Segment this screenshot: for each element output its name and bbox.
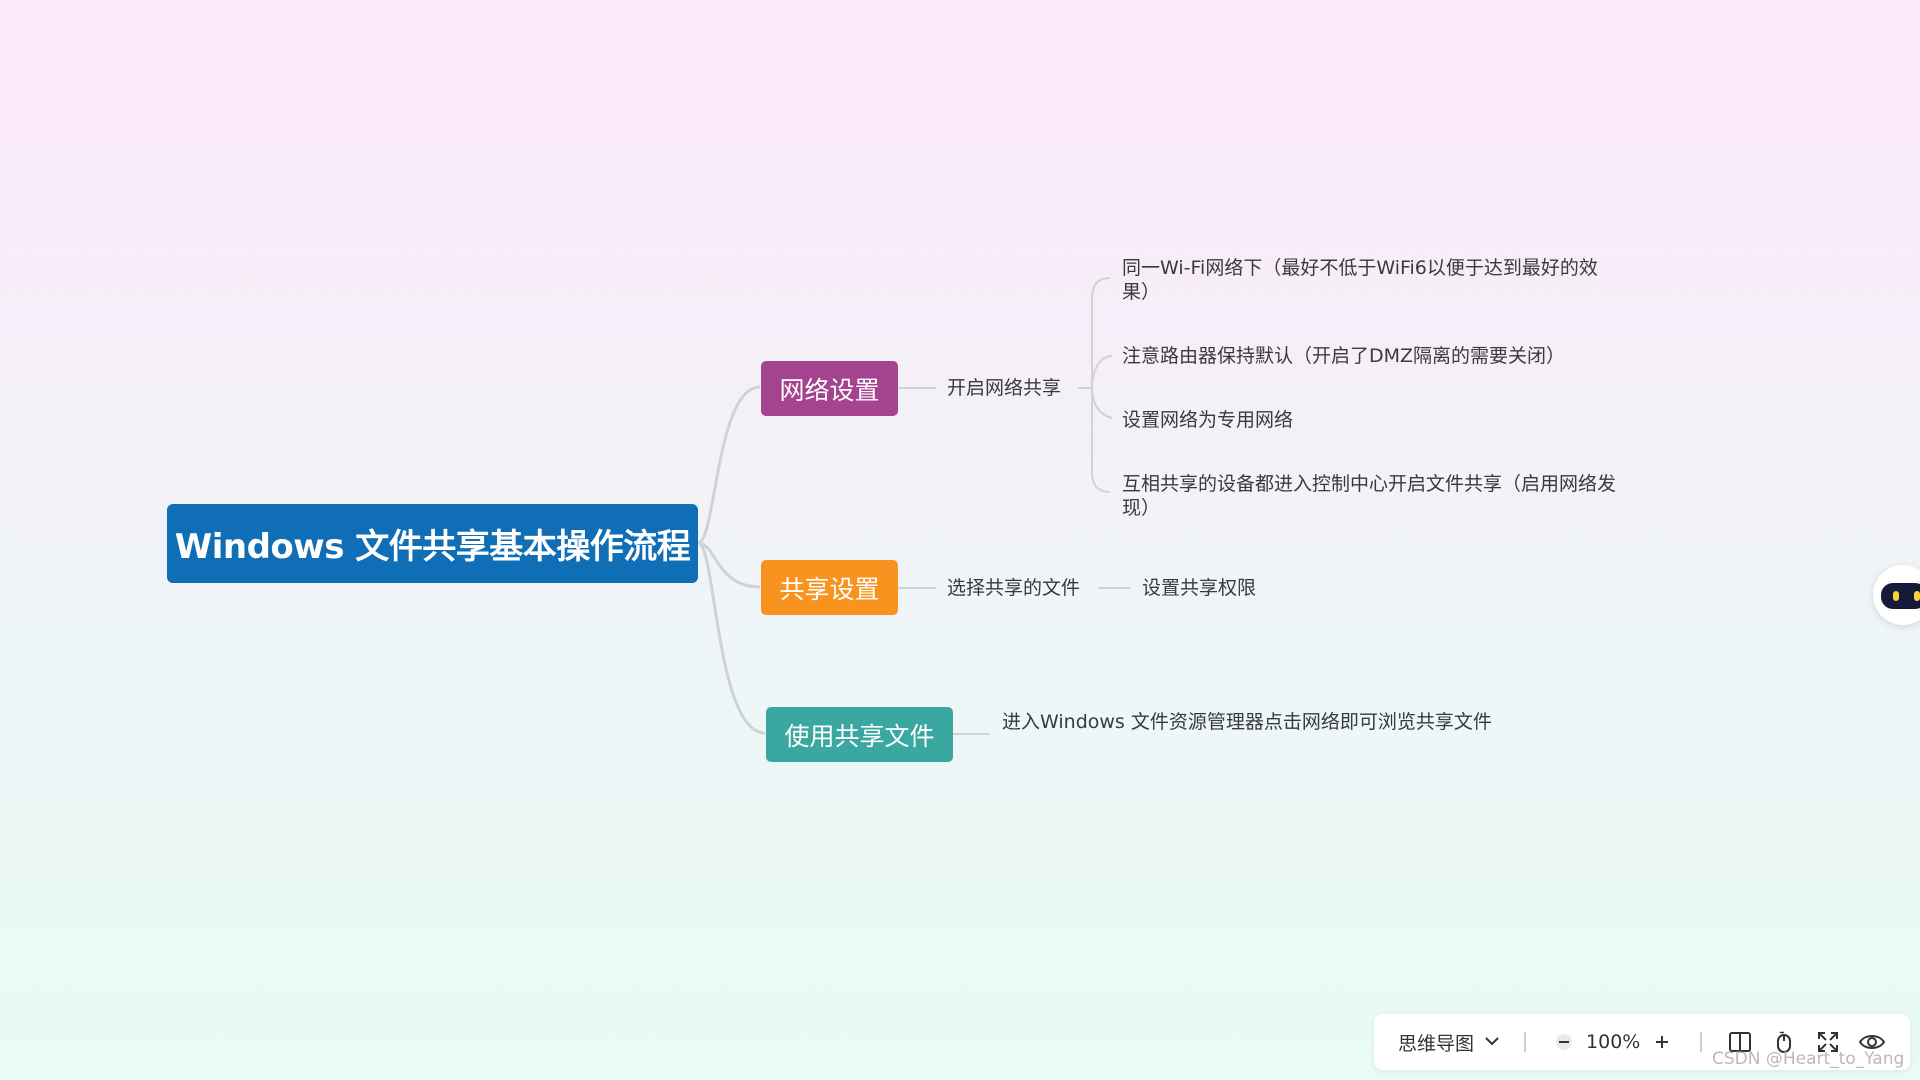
node-select-shared-file[interactable]: 选择共享的文件 [947,576,1080,600]
robot-eye-right [1914,591,1920,601]
branch-share-settings[interactable]: 共享设置 [761,560,898,615]
chevron-down-icon [1484,1034,1500,1050]
toolbar-divider [1524,1032,1527,1052]
link-child-leaves [1078,277,1113,493]
node-enable-file-sharing[interactable]: 互相共享的设备都进入控制中心开启文件共享（启用网络发现） [1122,472,1642,520]
mindmap-canvas[interactable]: Windows 文件共享基本操作流程 网络设置 共享设置 使用共享文件 开启网络… [0,0,1920,1080]
mindmap-root-node[interactable]: Windows 文件共享基本操作流程 [167,504,698,583]
zoom-out-button[interactable] [1550,1028,1578,1056]
node-enable-network-sharing[interactable]: 开启网络共享 [947,376,1061,400]
zoom-level: 100% [1586,1031,1641,1053]
link-root-network [697,385,761,545]
minus-icon [1556,1034,1573,1050]
node-same-wifi[interactable]: 同一Wi-Fi网络下（最好不低于WiFi6以便于达到最好的效果） [1122,256,1602,304]
link-root-use [697,541,766,735]
toolbar-divider-2 [1700,1032,1703,1052]
robot-eye-left [1893,591,1899,601]
branch-use-shared-files[interactable]: 使用共享文件 [766,707,953,762]
robot-face [1881,583,1920,609]
view-mode-label: 思维导图 [1398,1032,1475,1055]
view-mode-dropdown[interactable]: 思维导图 [1398,1029,1500,1056]
plus-icon [1656,1036,1669,1048]
watermark-text: CSDN @Heart_to_Yang [1712,1049,1905,1069]
zoom-in-button[interactable] [1648,1028,1676,1056]
node-private-network[interactable]: 设置网络为专用网络 [1122,408,1293,432]
node-browse-network[interactable]: 进入Windows 文件资源管理器点击网络即可浏览共享文件 [1002,710,1502,734]
node-router-default[interactable]: 注意路由器保持默认（开启了DMZ隔离的需要关闭） [1122,344,1565,368]
branch-network-settings[interactable]: 网络设置 [761,361,898,416]
node-set-share-permissions[interactable]: 设置共享权限 [1142,576,1256,600]
